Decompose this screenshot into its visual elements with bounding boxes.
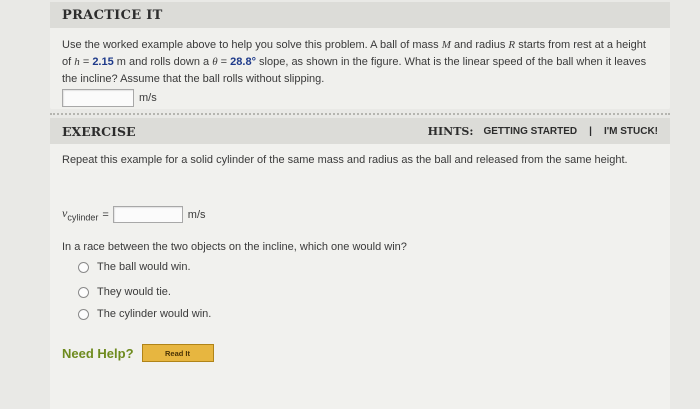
equals-sign: =: [82, 56, 90, 68]
radio-button[interactable]: [78, 286, 89, 298]
equals-sign: =: [220, 56, 228, 68]
cylinder-speed-unit: m/s: [187, 208, 206, 221]
option-label: They would tie.: [97, 286, 171, 298]
im-stuck-link[interactable]: I'M STUCK!: [604, 126, 658, 137]
practice-it-title: PRACTICE IT: [50, 2, 670, 28]
radio-button[interactable]: [78, 261, 89, 273]
ball-speed-unit: m/s: [139, 91, 157, 104]
angle-value: 28.8°: [230, 56, 256, 68]
height-value: 2.15: [92, 56, 114, 68]
exercise-header: EXERCISE HINTS: GETTING STARTED | I'M ST…: [50, 118, 670, 144]
practice-answer-row: m/s: [62, 89, 658, 107]
practice-text-part: and radius: [453, 39, 506, 51]
read-it-button[interactable]: Read It: [141, 344, 214, 362]
practice-it-section: PRACTICE IT Use the worked example above…: [50, 2, 670, 109]
need-help-row: Need Help? Read It: [62, 344, 214, 362]
option-label: The cylinder would win.: [97, 308, 212, 320]
problem-page: PRACTICE IT Use the worked example above…: [50, 0, 680, 409]
option-ball-wins[interactable]: The ball would win.: [78, 261, 191, 273]
exercise-body: Repeat this example for a solid cylinder…: [50, 144, 670, 409]
cylinder-speed-label: vcylinder: [62, 206, 98, 222]
option-label: The ball would win.: [97, 261, 191, 273]
mass-variable: M: [441, 39, 451, 51]
getting-started-link[interactable]: GETTING STARTED: [483, 126, 577, 137]
radius-variable: R: [508, 39, 516, 51]
practice-problem-text: Use the worked example above to help you…: [50, 28, 670, 107]
practice-text-part: m and rolls down a: [116, 56, 210, 68]
exercise-prompt: Repeat this example for a solid cylinder…: [62, 154, 628, 166]
cylinder-speed-input[interactable]: [112, 206, 183, 223]
race-question: In a race between the two objects on the…: [62, 241, 407, 253]
angle-variable: θ: [212, 56, 218, 68]
radio-button[interactable]: [78, 308, 89, 320]
cylinder-speed-row: vcylinder = m/s: [62, 206, 206, 223]
exercise-title: EXERCISE: [62, 123, 136, 139]
hints-bar: HINTS: GETTING STARTED | I'M STUCK!: [428, 125, 658, 138]
hints-separator: |: [589, 126, 592, 137]
ball-speed-input[interactable]: [62, 89, 134, 107]
option-tie[interactable]: They would tie.: [78, 286, 171, 298]
equals-sign: =: [102, 208, 109, 221]
velocity-subscript: cylinder: [67, 212, 99, 223]
need-help-label: Need Help?: [62, 345, 134, 361]
section-divider: [50, 113, 670, 115]
option-cylinder-wins[interactable]: The cylinder would win.: [78, 308, 211, 320]
hints-label: HINTS:: [427, 125, 474, 138]
practice-text-part: Use the worked example above to help you…: [62, 39, 439, 51]
height-variable: h: [74, 56, 80, 68]
